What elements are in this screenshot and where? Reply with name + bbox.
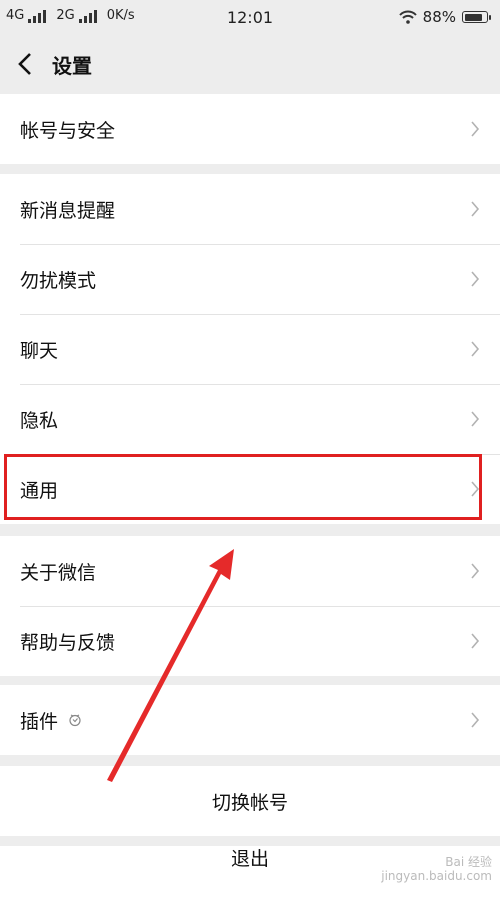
- battery-percent: 88%: [422, 8, 456, 26]
- logout-label: 退出: [230, 847, 269, 870]
- settings-item-label: 插件: [20, 710, 59, 733]
- chevron-right-icon: [471, 271, 480, 287]
- settings-item-privacy[interactable]: 隐私: [0, 384, 500, 454]
- settings-item-help-feedback[interactable]: 帮助与反馈: [0, 606, 500, 676]
- page-title: 设置: [52, 54, 92, 78]
- settings-group-plugins: 插件: [0, 685, 500, 755]
- settings-item-label: 新消息提醒: [20, 199, 116, 222]
- watermark-line2: jingyan.baidu.com: [381, 869, 492, 883]
- watermark-line1: Bai 经验: [445, 855, 492, 869]
- settings-item-general[interactable]: 通用: [0, 454, 500, 524]
- chevron-right-icon: [471, 341, 480, 357]
- settings-item-label: 通用: [20, 479, 59, 502]
- settings-item-account-security[interactable]: 帐号与安全: [0, 94, 500, 164]
- chevron-right-icon: [471, 411, 480, 427]
- chevron-right-icon: [471, 201, 480, 217]
- back-arrow-icon[interactable]: [14, 50, 38, 78]
- status-bar: 4G 2G 0K/s 12:01 88%: [0, 0, 500, 34]
- settings-item-label: 聊天: [20, 339, 59, 362]
- switch-account-button[interactable]: 切换帐号: [0, 766, 500, 836]
- chevron-right-icon: [471, 563, 480, 579]
- settings-item-do-not-disturb[interactable]: 勿扰模式: [0, 244, 500, 314]
- settings-item-label: 帮助与反馈: [20, 631, 116, 654]
- settings-group-main: 新消息提醒 勿扰模式 聊天 隐私 通用: [0, 174, 500, 524]
- wifi-icon: [398, 10, 417, 24]
- chevron-right-icon: [471, 712, 480, 728]
- settings-item-label: 勿扰模式: [20, 269, 97, 292]
- settings-item-label: 隐私: [20, 409, 59, 432]
- status-right: 88%: [398, 8, 491, 26]
- chevron-right-icon: [471, 121, 480, 137]
- settings-group-about: 关于微信 帮助与反馈: [0, 536, 500, 676]
- chevron-right-icon: [471, 481, 480, 497]
- nav-header: 设置: [0, 34, 500, 94]
- settings-item-notifications[interactable]: 新消息提醒: [0, 174, 500, 244]
- chevron-right-icon: [471, 633, 480, 649]
- settings-item-label: 帐号与安全: [20, 119, 116, 142]
- battery-icon: [462, 11, 491, 23]
- watermark: Bai 经验 jingyan.baidu.com: [381, 855, 492, 883]
- plugin-badge-icon: [69, 714, 81, 727]
- settings-group-account: 帐号与安全: [0, 94, 500, 164]
- settings-item-about-wechat[interactable]: 关于微信: [0, 536, 500, 606]
- settings-item-label: 关于微信: [20, 561, 97, 584]
- settings-item-chat[interactable]: 聊天: [0, 314, 500, 384]
- settings-item-plugins[interactable]: 插件: [0, 685, 500, 755]
